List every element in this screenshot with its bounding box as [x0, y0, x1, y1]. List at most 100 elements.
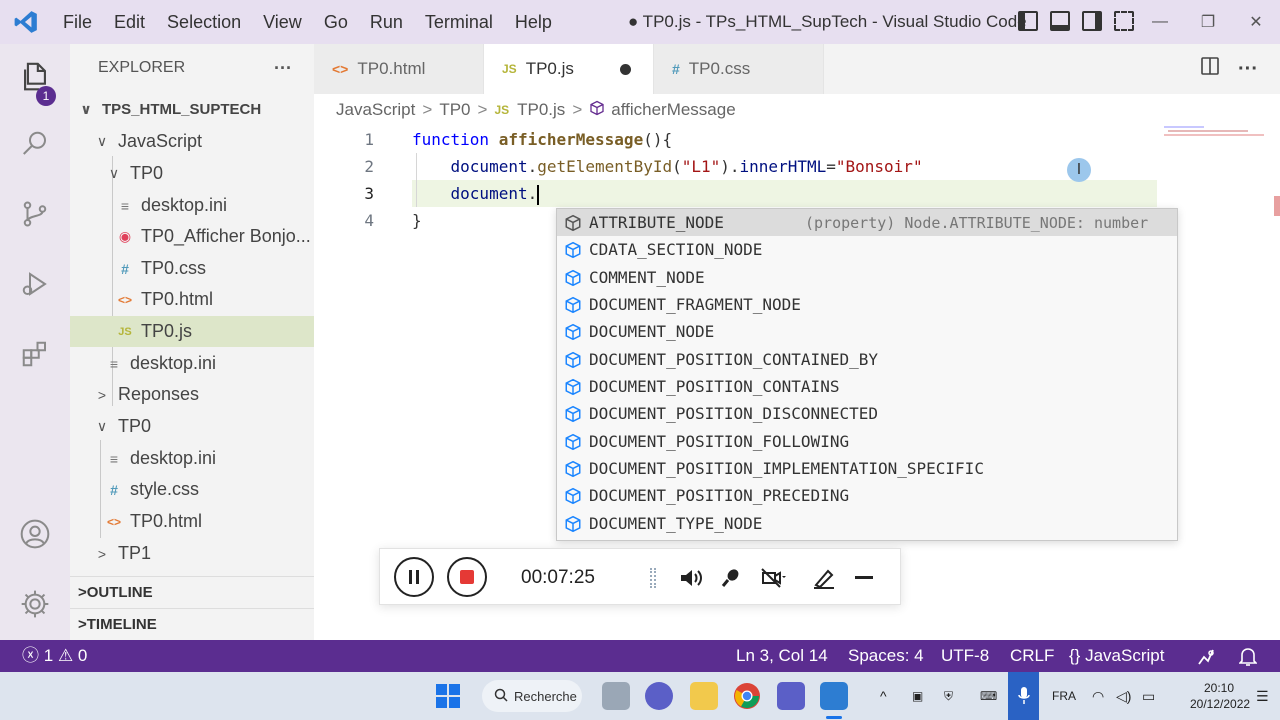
menu-selection[interactable]: Selection	[156, 0, 252, 44]
suggestion-item[interactable]: DOCUMENT_POSITION_PRECEDING	[557, 482, 1177, 509]
settings-gear-icon[interactable]	[0, 576, 70, 632]
tree-folder-tp1[interactable]: > TP1	[70, 538, 314, 569]
toggle-secondary-sidebar-icon[interactable]	[1082, 11, 1102, 31]
encoding[interactable]: UTF-8	[941, 640, 989, 672]
suggestion-item[interactable]: CDATA_SECTION_NODE	[557, 236, 1177, 263]
tab-tp0-html[interactable]: <> TP0.html	[314, 44, 484, 94]
search-icon[interactable]	[0, 116, 70, 172]
code-line-4[interactable]: }	[412, 207, 422, 234]
suggestion-item[interactable]: DOCUMENT_FRAGMENT_NODE	[557, 291, 1177, 318]
outline-section[interactable]: > OUTLINE	[70, 576, 314, 607]
file-explorer-icon[interactable]	[690, 682, 718, 710]
tree-file-tp0-afficher[interactable]: ◉ TP0_Afficher Bonjo...	[70, 221, 314, 252]
tray-teams-icon[interactable]: ▣	[912, 672, 923, 720]
indentation[interactable]: Spaces: 4	[848, 640, 924, 672]
camera-off-icon[interactable]	[760, 565, 786, 591]
language-mode[interactable]: {} JavaScript	[1069, 640, 1164, 672]
scrollbar-marker[interactable]	[1274, 196, 1280, 216]
explorer-more-actions-icon[interactable]: ···	[274, 58, 292, 79]
tree-folder-reponses[interactable]: > Reponses	[70, 379, 314, 410]
code-line-2[interactable]: document.getElementById("L1").innerHTML=…	[412, 153, 923, 180]
suggestion-item[interactable]: DOCUMENT_NODE	[557, 318, 1177, 345]
pen-icon[interactable]	[811, 565, 837, 591]
tree-file-style-css[interactable]: # style.css	[70, 474, 314, 505]
taskbar-clock[interactable]: 20:10 20/12/2022	[1190, 680, 1250, 712]
suggestion-item[interactable]: COMMENT_NODE	[557, 264, 1177, 291]
notification-center-icon[interactable]: ☰	[1256, 672, 1269, 720]
tab-tp0-css[interactable]: # TP0.css	[654, 44, 824, 94]
explorer-icon[interactable]: 1	[0, 50, 70, 106]
chrome-icon[interactable]	[733, 682, 761, 710]
tree-file-desktop-ini[interactable]: ≡ desktop.ini	[70, 348, 314, 379]
volume-icon[interactable]: ◁)	[1116, 672, 1131, 720]
vscode-taskbar-icon[interactable]	[820, 682, 848, 710]
code-line-3[interactable]: document.	[412, 180, 540, 207]
extensions-icon[interactable]	[0, 326, 70, 382]
tree-file-tp0-html[interactable]: <> TP0.html	[70, 506, 314, 537]
cursor-position[interactable]: Ln 3, Col 14	[736, 640, 828, 672]
menu-edit[interactable]: Edit	[103, 0, 156, 44]
teams-icon[interactable]	[777, 682, 805, 710]
teams-chat-icon[interactable]	[645, 682, 673, 710]
menu-file[interactable]: File	[52, 0, 103, 44]
menu-run[interactable]: Run	[359, 0, 414, 44]
tray-overflow-icon[interactable]: ^	[880, 672, 887, 720]
tree-file-tp0-html[interactable]: <> TP0.html	[70, 284, 314, 315]
breadcrumb-item[interactable]: JavaScript	[336, 100, 415, 120]
suggestion-item[interactable]: DOCUMENT_TYPE_NODE	[557, 510, 1177, 537]
feedback-icon[interactable]	[1196, 640, 1216, 672]
suggestion-item[interactable]: DOCUMENT_POSITION_CONTAINED_BY	[557, 346, 1177, 373]
timeline-section[interactable]: > TIMELINE	[70, 608, 314, 639]
run-debug-icon[interactable]	[0, 256, 70, 312]
suggestion-item[interactable]: DOCUMENT_POSITION_IMPLEMENTATION_SPECIFI…	[557, 455, 1177, 482]
notifications-bell-icon[interactable]	[1238, 640, 1258, 672]
customize-layout-icon[interactable]	[1114, 11, 1134, 31]
tray-security-icon[interactable]: ⛨	[944, 672, 953, 720]
windows-start-icon[interactable]	[434, 682, 462, 710]
drag-handle[interactable]	[650, 568, 656, 588]
menu-view[interactable]: View	[252, 0, 313, 44]
source-control-icon[interactable]	[0, 186, 70, 242]
menu-terminal[interactable]: Terminal	[414, 0, 504, 44]
minimize-icon[interactable]	[851, 565, 877, 591]
breadcrumb-item[interactable]: TP0	[439, 100, 470, 120]
microphone-icon[interactable]	[718, 565, 744, 591]
tray-microphone-icon[interactable]	[1008, 672, 1039, 720]
stop-icon[interactable]	[447, 557, 487, 597]
more-actions-icon[interactable]: ···	[1238, 58, 1258, 81]
unsaved-dot-icon[interactable]	[620, 63, 631, 75]
menu-go[interactable]: Go	[313, 0, 359, 44]
tree-file-tp0-css[interactable]: # TP0.css	[70, 253, 314, 284]
suggestion-item[interactable]: DOCUMENT_POSITION_DISCONNECTED	[557, 400, 1177, 427]
account-icon[interactable]	[0, 506, 70, 562]
tree-root-folder[interactable]: ∨ TPS_HTML_SUPTECH	[70, 94, 314, 125]
toggle-panel-icon[interactable]	[1050, 11, 1070, 31]
tree-folder-tp0[interactable]: ∨ TP0	[70, 158, 314, 189]
pause-icon[interactable]	[394, 557, 434, 597]
tab-tp0-js[interactable]: JS TP0.js	[484, 44, 654, 94]
minimize-button[interactable]: —	[1136, 0, 1184, 44]
close-button[interactable]: ✕	[1232, 0, 1280, 44]
taskbar-search[interactable]: Recherche	[482, 680, 582, 712]
breadcrumb-item[interactable]: TP0.js	[517, 100, 565, 120]
suggestion-item[interactable]: DOCUMENT_POSITION_FOLLOWING	[557, 428, 1177, 455]
menu-help[interactable]: Help	[504, 0, 563, 44]
code-line-1[interactable]: function afficherMessage(){	[412, 126, 672, 153]
input-language[interactable]: FRA	[1052, 672, 1076, 720]
split-editor-icon[interactable]	[1200, 56, 1220, 82]
suggestion-item[interactable]: DOCUMENT_POSITION_CONTAINS	[557, 373, 1177, 400]
tree-file-tp0-js[interactable]: JS TP0.js	[70, 316, 314, 347]
toggle-primary-sidebar-icon[interactable]	[1018, 11, 1038, 31]
volume-icon[interactable]	[678, 565, 704, 591]
tree-file-desktop-ini[interactable]: ≡ desktop.ini	[70, 190, 314, 221]
suggestion-item[interactable]: ATTRIBUTE_NODE (property) Node.ATTRIBUTE…	[557, 209, 1177, 236]
problems-indicator[interactable]: ⓧ 1 ⚠ 0	[22, 640, 87, 672]
line-ending[interactable]: CRLF	[1010, 640, 1054, 672]
battery-icon[interactable]: ▭	[1142, 672, 1155, 720]
network-icon[interactable]: ◠	[1092, 672, 1104, 720]
tree-folder-tp0[interactable]: ∨ TP0	[70, 411, 314, 442]
tree-file-desktop-ini[interactable]: ≡ desktop.ini	[70, 443, 314, 474]
breadcrumb-item[interactable]: afficherMessage	[611, 100, 735, 120]
minimap[interactable]	[1164, 125, 1264, 137]
tray-keyboard-icon[interactable]: ⌨	[980, 672, 997, 720]
